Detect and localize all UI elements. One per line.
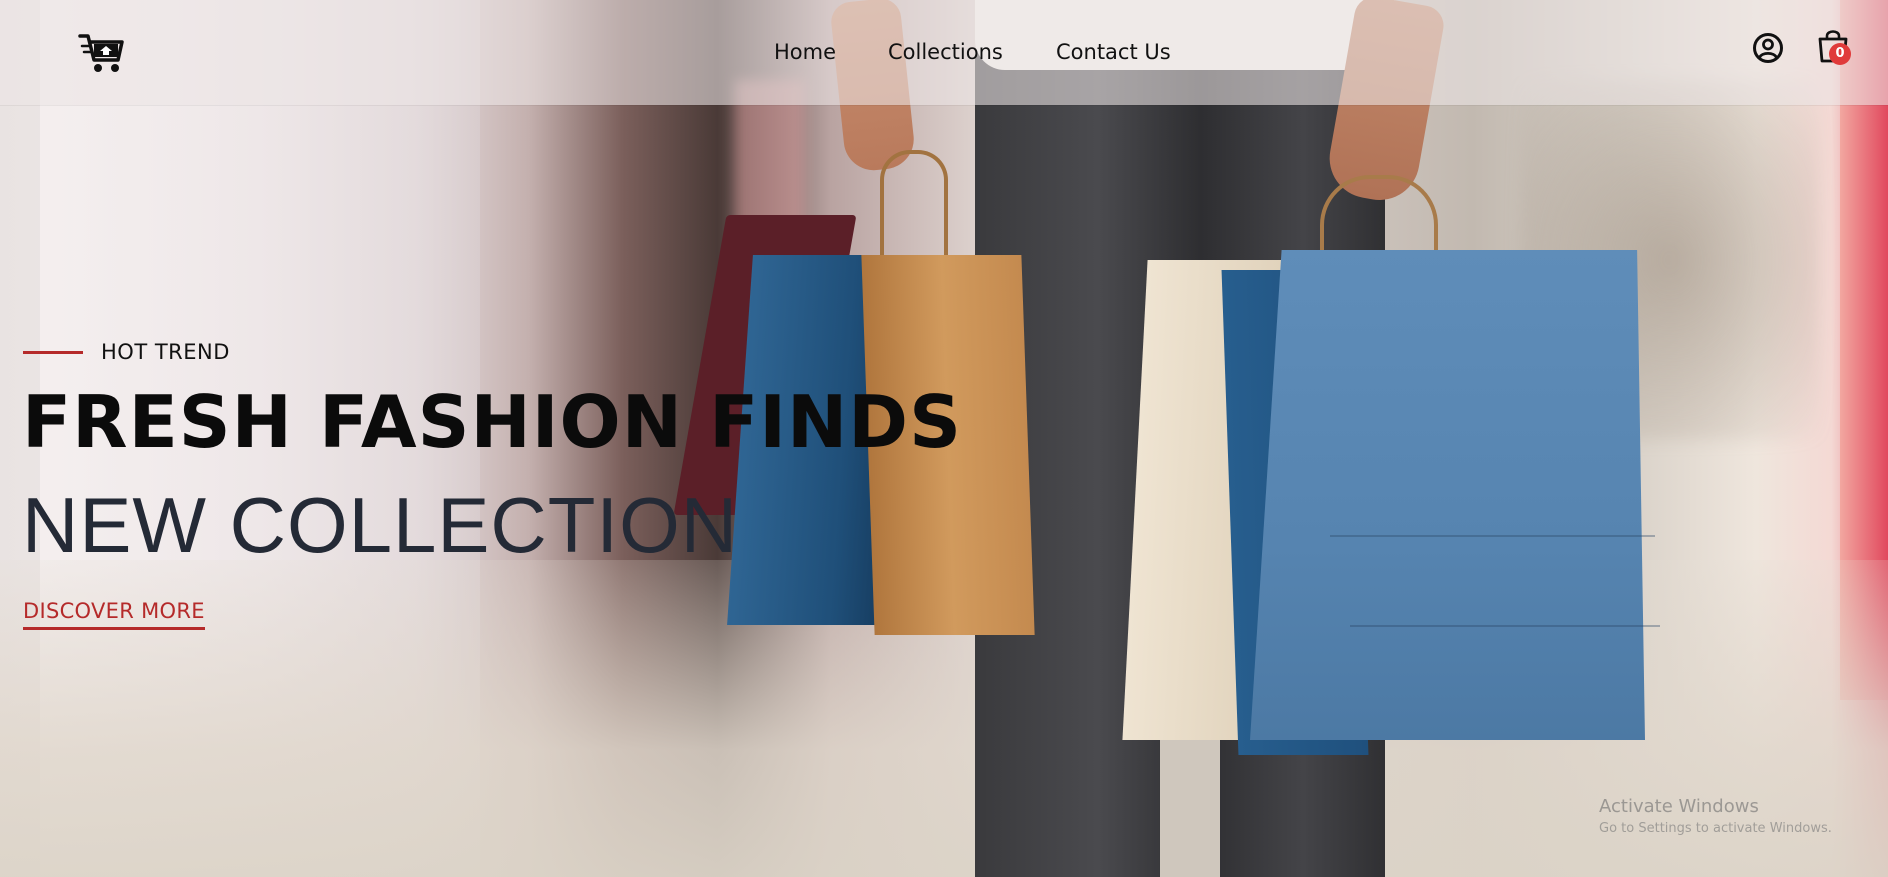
nav-link-contact[interactable]: Contact Us: [1056, 40, 1171, 64]
watermark-subtitle: Go to Settings to activate Windows.: [1599, 821, 1832, 836]
bag-fold-line: [1350, 625, 1660, 627]
nav-link-home[interactable]: Home: [774, 40, 836, 64]
cart-count-badge: 0: [1829, 43, 1851, 65]
hero-subtitle: NEW COLLECTION: [22, 481, 739, 569]
hero-title: FRESH FASHION FINDS: [22, 380, 962, 464]
hero-eyebrow: HOT TREND: [101, 340, 230, 364]
bag-handle-left: [880, 150, 948, 264]
watermark-title: Activate Windows: [1599, 796, 1759, 817]
user-circle-icon[interactable]: [1752, 32, 1784, 64]
discover-more-link[interactable]: DISCOVER MORE: [23, 599, 205, 630]
nav-link-collections[interactable]: Collections: [888, 40, 1003, 64]
bag-fold-line: [1330, 535, 1655, 537]
cart-logo-icon[interactable]: [78, 32, 124, 76]
eyebrow-accent-line: [23, 351, 83, 354]
bag-blue-large: [1250, 250, 1645, 740]
windows-activation-watermark: Activate Windows Go to Settings to activ…: [1599, 796, 1832, 836]
header-divider: [0, 105, 1888, 106]
